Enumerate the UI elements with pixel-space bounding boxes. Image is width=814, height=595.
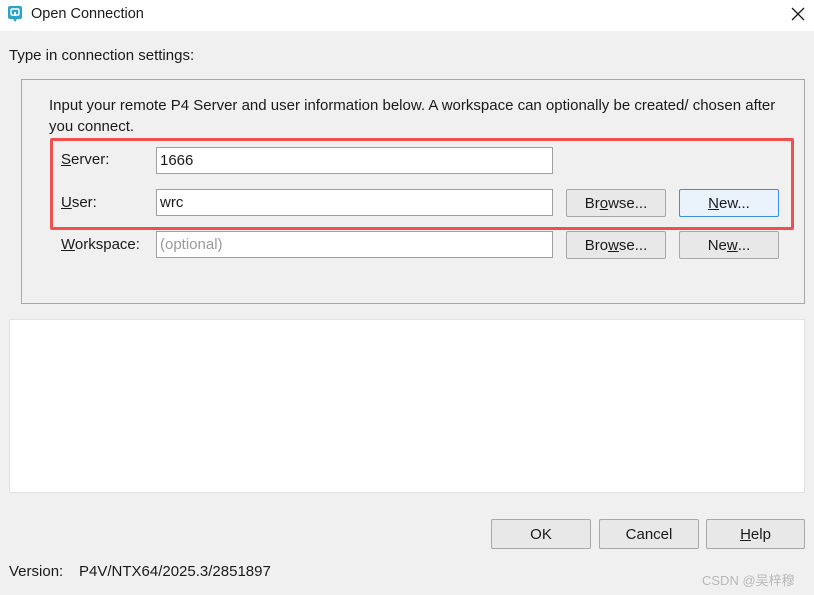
workspace-input[interactable] xyxy=(156,231,553,258)
title-bar: Open Connection xyxy=(0,0,814,31)
window-title: Open Connection xyxy=(31,6,144,22)
help-button[interactable]: Help xyxy=(706,519,805,549)
settings-heading: Type in connection settings: xyxy=(9,47,195,64)
user-browse-button[interactable]: Br o wse... xyxy=(566,189,666,217)
workspace-browse-button[interactable]: Bro w se... xyxy=(566,231,666,259)
server-input[interactable] xyxy=(156,147,553,174)
cancel-button[interactable]: Cancel xyxy=(599,519,699,549)
version-value: P4V/NTX64/2025.3/2851897 xyxy=(79,563,271,580)
open-connection-dialog: Open Connection Type in connection setti… xyxy=(0,0,814,595)
intro-text: Input your remote P4 Server and user inf… xyxy=(49,97,776,135)
output-panel xyxy=(9,319,805,493)
user-new-button[interactable]: New... xyxy=(679,189,779,217)
ok-button[interactable]: OK xyxy=(491,519,591,549)
user-label: User: xyxy=(61,194,97,211)
close-button[interactable] xyxy=(782,0,814,31)
watermark: CSDN @吴梓穆 xyxy=(702,573,795,588)
server-label: Server: xyxy=(61,151,110,168)
p4v-icon xyxy=(7,6,23,23)
workspace-new-button[interactable]: Ne w... xyxy=(679,231,779,259)
user-input[interactable] xyxy=(156,189,553,216)
version-label: Version: xyxy=(9,563,64,580)
close-icon xyxy=(791,7,805,25)
workspace-label: Workspace: xyxy=(61,236,140,253)
